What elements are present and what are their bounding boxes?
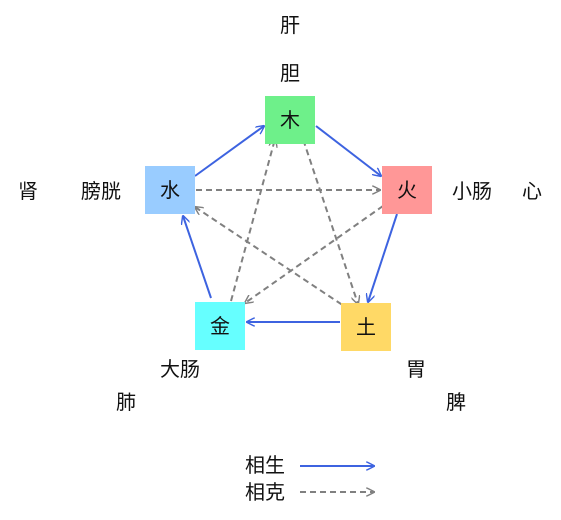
element-wood: 木: [265, 96, 315, 144]
five-elements-diagram: 木 火 土 金 水 肝 胆 小肠 心 肾 膀胱 大肠 肺 胃 脾 相生 相克: [18, 13, 542, 504]
earth-label: 土: [356, 315, 376, 339]
legend-overcoming-label: 相克: [245, 480, 285, 504]
wood-zang-label: 肝: [280, 13, 300, 37]
water-fu-label: 膀胱: [81, 179, 121, 203]
arrow-fire-earth: [368, 213, 398, 302]
wood-fu-label: 胆: [280, 61, 300, 85]
element-earth: 土: [341, 303, 391, 351]
element-fire: 火: [382, 166, 432, 214]
arrow-earth-water: [195, 207, 351, 311]
water-zang-label: 肾: [18, 179, 38, 203]
arrow-metal-wood: [230, 139, 275, 302]
wood-label: 木: [280, 108, 300, 132]
arrow-wood-fire: [315, 125, 381, 176]
arrow-water-wood: [194, 126, 264, 177]
metal-zang-label: 肺: [116, 390, 136, 414]
fire-zang-label: 心: [522, 179, 542, 203]
water-label: 水: [160, 178, 180, 202]
element-metal: 金: [195, 302, 245, 350]
metal-label: 金: [210, 314, 230, 338]
arrow-metal-water: [183, 216, 212, 299]
element-water: 水: [145, 166, 195, 214]
arrow-wood-earth: [296, 120, 358, 304]
legend-generating-label: 相生: [245, 453, 285, 477]
earth-fu-label: 胃: [406, 357, 426, 381]
legend: 相生 相克: [245, 453, 374, 504]
metal-fu-label: 大肠: [160, 357, 200, 381]
earth-zang-label: 脾: [446, 390, 466, 414]
generating-arrows: [183, 125, 398, 322]
overcoming-arrows: [195, 120, 384, 311]
fire-fu-label: 小肠: [452, 179, 492, 203]
fire-label: 火: [397, 178, 417, 202]
